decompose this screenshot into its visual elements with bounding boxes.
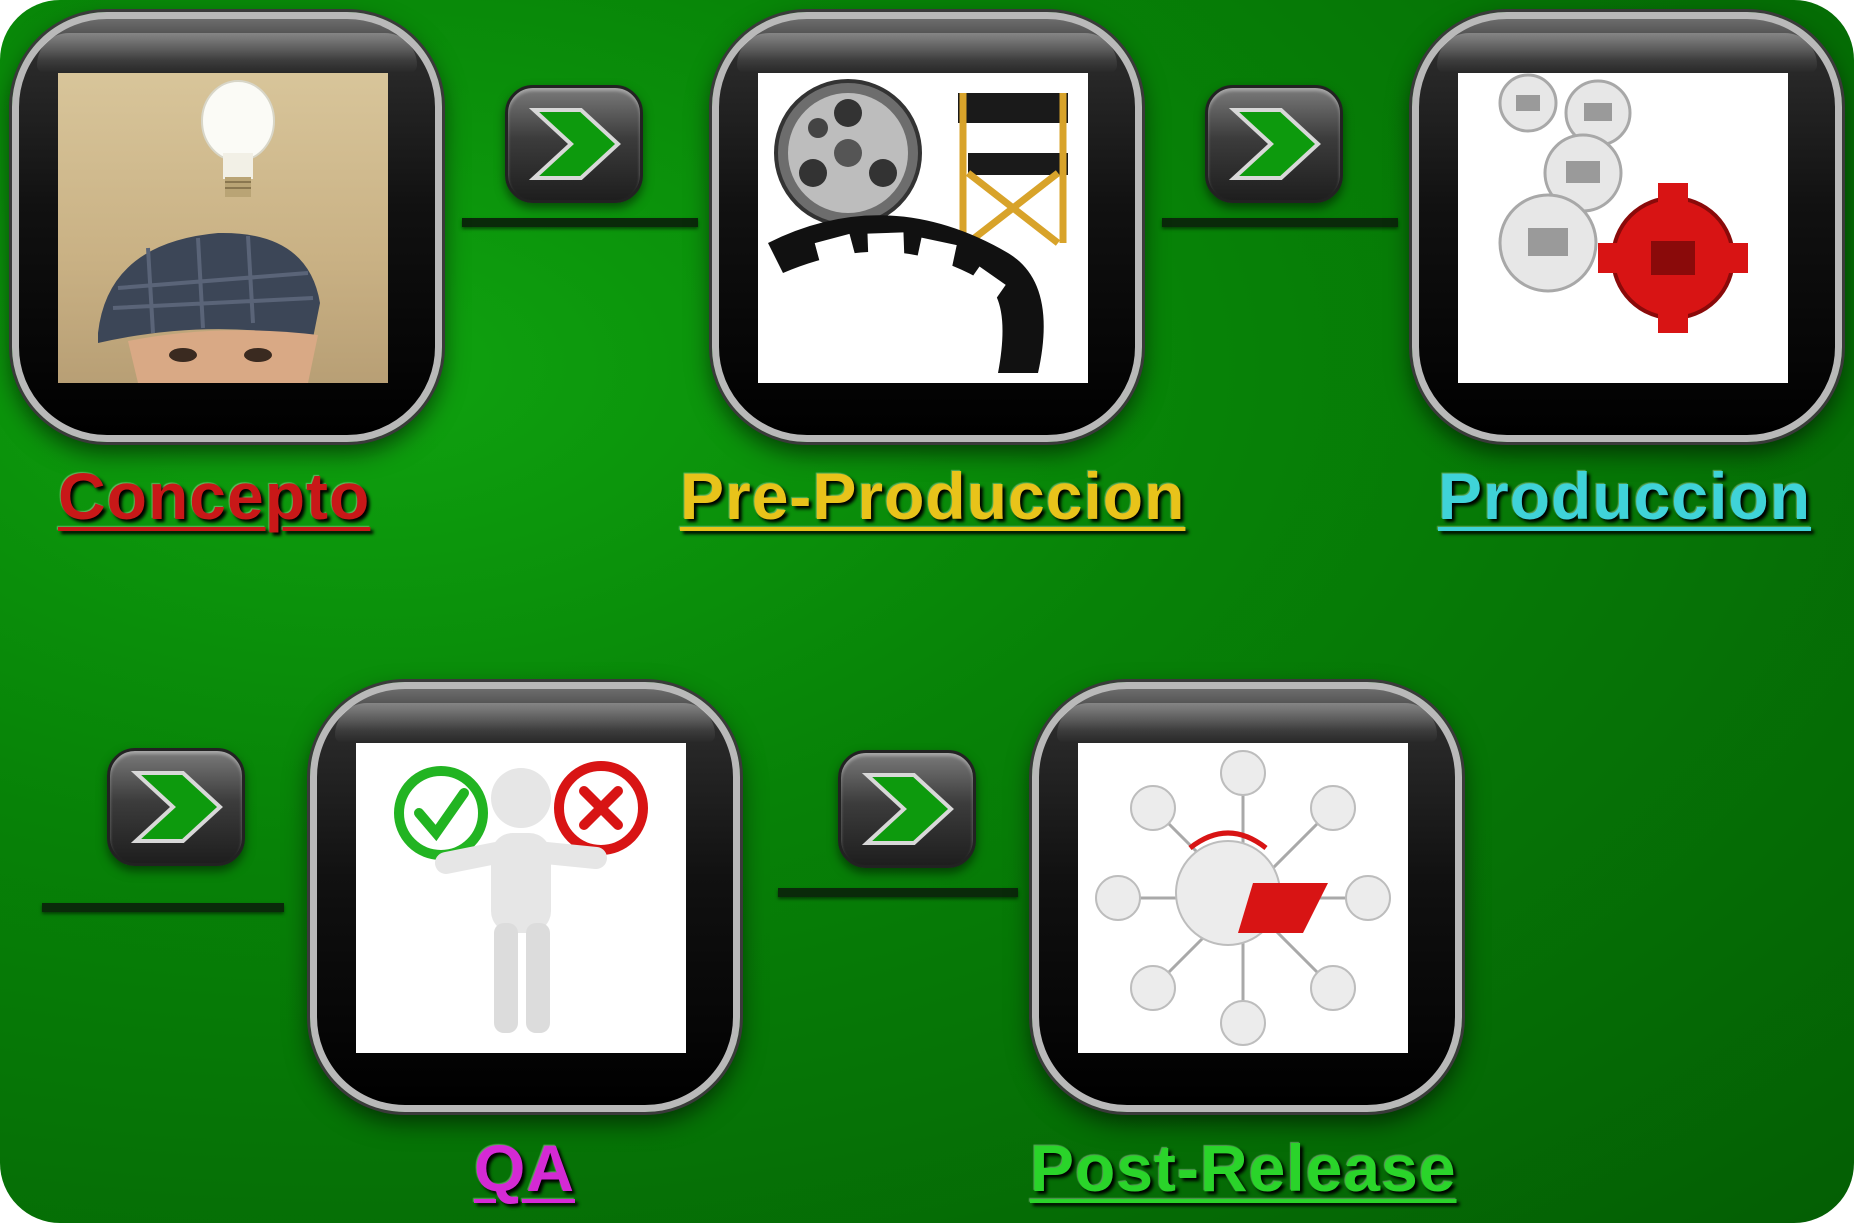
stage-label-post-release: Post-Release <box>1030 1131 1457 1205</box>
stage-node-post-release[interactable] <box>1032 682 1462 1112</box>
connector-3 <box>42 903 284 912</box>
stage-label-produccion: Produccion <box>1438 459 1812 533</box>
next-arrow-button-1[interactable] <box>505 85 643 203</box>
stage-node-produccion[interactable] <box>1412 12 1842 442</box>
stage-node-pre-produccion[interactable] <box>712 12 1142 442</box>
support-network-image <box>1078 743 1408 1053</box>
stage-node-qa[interactable] <box>310 682 740 1112</box>
diagram-panel: Concepto Pre-Produccion Produccion QA Po… <box>0 0 1854 1223</box>
approve-reject-figure-image <box>356 743 686 1053</box>
next-arrow-button-2[interactable] <box>1205 85 1343 203</box>
connector-1 <box>462 218 698 227</box>
gears-image <box>1458 73 1788 383</box>
stage-node-concepto[interactable] <box>12 12 442 442</box>
next-arrow-button-4[interactable] <box>838 750 976 868</box>
chevron-right-icon <box>1228 108 1321 180</box>
next-arrow-button-3[interactable] <box>107 748 245 866</box>
connector-4 <box>778 888 1018 897</box>
connector-2 <box>1162 218 1398 227</box>
stage-label-qa: QA <box>474 1131 575 1205</box>
stage-label-pre-produccion: Pre-Produccion <box>680 459 1186 533</box>
stage-label-concepto: Concepto <box>58 459 371 533</box>
chevron-right-icon <box>861 773 954 845</box>
film-reel-image <box>758 73 1088 383</box>
idea-lightbulb-image <box>58 73 388 383</box>
chevron-right-icon <box>528 108 621 180</box>
chevron-right-icon <box>130 771 223 843</box>
